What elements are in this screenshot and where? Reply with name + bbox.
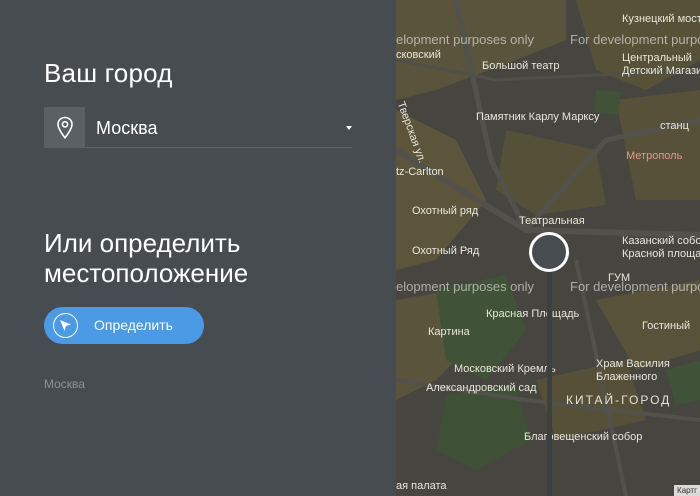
map-label: сковский xyxy=(396,49,441,61)
map-label: Московский Кремль xyxy=(454,363,556,375)
city-panel: Ваш город Москва Или определить местопол… xyxy=(0,0,396,496)
map-label: ая палата xyxy=(396,480,447,492)
map-label: Детский Магазин xyxy=(622,65,700,77)
map-label: Храм Василия xyxy=(596,358,670,370)
location-pin-icon xyxy=(44,107,85,148)
detected-city: Москва xyxy=(44,377,85,391)
map-label: Картина xyxy=(428,326,470,338)
map-label: станц xyxy=(660,120,689,132)
marker-line xyxy=(547,268,552,496)
map-label: Памятник Карлу Марксу xyxy=(476,111,600,123)
locate-button-label: Определить xyxy=(94,317,173,333)
map-watermark: elopment purposes only xyxy=(396,32,535,47)
map-label: ГУМ xyxy=(608,272,631,284)
city-select[interactable]: Москва xyxy=(44,107,352,148)
chevron-down-icon xyxy=(346,126,352,130)
map-watermark: elopment purposes only xyxy=(396,279,535,294)
map-label: Большой театр xyxy=(482,60,560,72)
map-label: Охотный Ряд xyxy=(412,245,480,257)
map-label: Охотный ряд xyxy=(412,205,479,217)
map-label: Красной площади xyxy=(622,248,700,260)
map-label: Казанский собор xyxy=(622,235,700,247)
map-label: tz-Carlton xyxy=(396,166,444,178)
map-label: КИТАЙ-ГОРОД xyxy=(566,393,672,407)
navigation-arrow-icon xyxy=(53,313,78,338)
map-label: Красная Площадь xyxy=(486,308,580,320)
map-marker[interactable] xyxy=(529,232,569,272)
map-label: Театральная xyxy=(519,215,585,227)
map-label: Благовещенский собор xyxy=(524,431,643,443)
locate-button[interactable]: Определить xyxy=(44,307,204,344)
map-watermark: For development purposes only xyxy=(570,32,700,47)
city-select-value: Москва xyxy=(96,118,158,138)
map-label: Блаженного xyxy=(596,371,658,383)
map-label: Метрополь xyxy=(626,150,683,162)
map-label: Кузнецкий мост xyxy=(622,13,700,25)
map-label: Гостиный xyxy=(642,320,691,332)
locate-title: Или определить местоположение xyxy=(44,228,249,288)
map-label: Центральный xyxy=(622,52,692,64)
map-credit: Картг xyxy=(674,485,700,496)
map[interactable]: elopment purposes only For development p… xyxy=(396,0,700,496)
map-label: Александровский сад xyxy=(426,382,537,394)
map-watermark: For development purposes only xyxy=(570,279,700,294)
city-title: Ваш город xyxy=(44,58,173,88)
